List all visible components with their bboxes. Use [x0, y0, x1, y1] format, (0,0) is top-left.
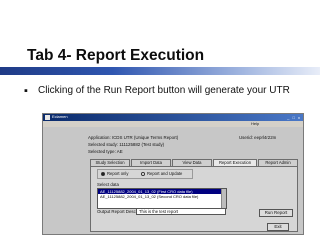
- radio-report-update-label: Report and Update: [147, 171, 183, 176]
- menu-bar: Help: [43, 121, 303, 127]
- tab-report-execution[interactable]: Report Execution: [213, 159, 257, 166]
- tab-report-admin[interactable]: Report Admin: [258, 159, 298, 166]
- radio-report-only[interactable]: Report only: [101, 171, 128, 176]
- data-file-list[interactable]: AE_11125882_2004_01_13_02 (First CRO dat…: [97, 188, 227, 209]
- bullet-point: ▪ Clicking of the Run Report button will…: [24, 85, 304, 98]
- tab-import-data[interactable]: Import Data: [131, 159, 171, 166]
- report-execution-panel: Report only Report and Update Select dat…: [90, 166, 298, 232]
- app-icon: [45, 115, 50, 120]
- tab-study-selection[interactable]: Study Selection: [90, 159, 130, 166]
- radio-report-update-circle[interactable]: [141, 171, 145, 176]
- output-description-input[interactable]: This is the test report: [136, 208, 226, 215]
- exit-button[interactable]: Exit: [267, 223, 289, 231]
- title-underline: [0, 67, 320, 75]
- list-item[interactable]: AE_11125882_2004_01_13_02 (Second CRO da…: [98, 194, 226, 199]
- tab-view-data[interactable]: View Data: [172, 159, 212, 166]
- selected-study-label: Selected study: 111125882 (Test study): [88, 142, 165, 147]
- window-controls-icon[interactable]: _ □ x: [287, 115, 301, 120]
- radio-report-only-circle[interactable]: [101, 171, 105, 176]
- app-window: Eclamen _ □ x Help Application: ICDS UTR…: [42, 113, 304, 235]
- bullet-marker-icon: ▪: [24, 85, 28, 97]
- list-scrollbar[interactable]: [221, 189, 226, 208]
- application-label: Application: ICDS UTR (Unique Terms Repo…: [88, 135, 179, 140]
- radio-report-only-label: Report only: [107, 171, 129, 176]
- userid-label: Userid: eeprl4r22m: [239, 135, 277, 140]
- window-titlebar: Eclamen _ □ x: [43, 114, 303, 121]
- bullet-text: Clicking of the Run Report button will g…: [38, 85, 290, 96]
- window-title: Eclamen: [52, 114, 68, 119]
- menu-help[interactable]: Help: [251, 121, 259, 126]
- run-report-button[interactable]: Run Report: [259, 209, 293, 217]
- tab-bar: Study Selection Import Data View Data Re…: [90, 159, 299, 166]
- select-data-label: Select data: [97, 182, 119, 187]
- selected-type-label: Selected type: AE: [88, 149, 123, 154]
- radio-report-update[interactable]: Report and Update: [141, 171, 182, 176]
- slide-title: Tab 4- Report Execution: [27, 47, 205, 64]
